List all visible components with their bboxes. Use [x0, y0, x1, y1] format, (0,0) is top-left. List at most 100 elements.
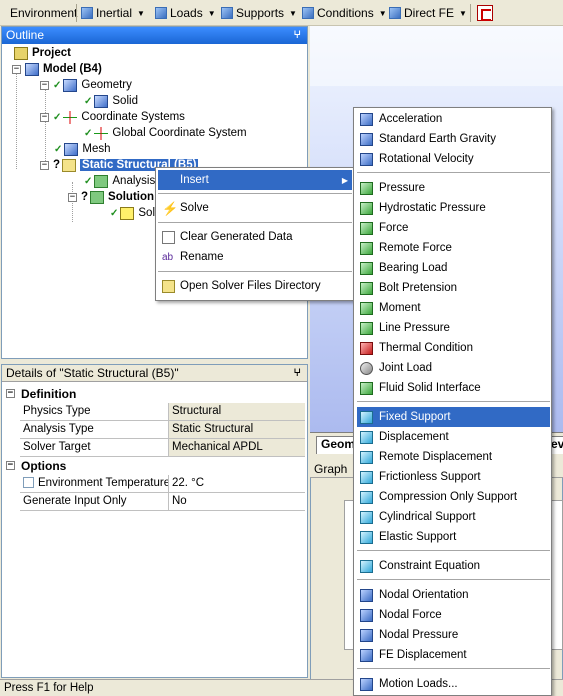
tree-node-geometry[interactable]: − ✓ Geometry — [40, 77, 132, 93]
menu-item-open-solver-files-directory[interactable]: Open Solver Files Directory — [162, 276, 321, 296]
parameter-checkbox[interactable] — [23, 477, 34, 488]
pin-icon[interactable]: ⵖ — [293, 27, 301, 44]
menu-item-elastic-support[interactable]: Elastic Support — [357, 527, 550, 547]
menu-item-hydrostatic-pressure[interactable]: Hydrostatic Pressure — [357, 198, 550, 218]
fe-displacement-icon — [360, 648, 373, 662]
collapse-toggle[interactable]: − — [40, 112, 49, 122]
mesh-icon — [64, 142, 79, 156]
nodal-orientation-icon — [360, 588, 373, 602]
collapse-toggle[interactable]: − — [6, 389, 15, 398]
inertial-menu-button[interactable]: Inertial ▼ — [81, 4, 145, 22]
tree-node-global-coordinate-system[interactable]: ✓ Global Coordinate System — [84, 125, 247, 141]
frictionless-support-icon — [360, 470, 373, 484]
tree-node-solution-information[interactable]: ✓ Sol — [110, 205, 155, 221]
menu-item-cylindrical-support[interactable]: Cylindrical Support — [357, 507, 550, 527]
menu-separator — [357, 550, 550, 551]
direct-fe-menu-button[interactable]: Direct FE ▼ — [389, 4, 467, 22]
tree-line — [16, 69, 17, 169]
menu-item-insert[interactable]: Insert ▶ — [158, 170, 352, 190]
generate-input-only-select[interactable]: No — [169, 493, 305, 510]
menu-item-remote-force[interactable]: Remote Force — [357, 238, 550, 258]
menu-item-compression-only-support[interactable]: Compression Only Support — [357, 487, 550, 507]
analysis-settings-icon — [94, 174, 109, 188]
menu-item-fluid-solid-interface[interactable]: Fluid Solid Interface — [357, 378, 550, 398]
menu-item-nodal-pressure[interactable]: Nodal Pressure — [357, 625, 550, 645]
commands-icon[interactable] — [477, 5, 493, 21]
menu-item-rotational-velocity[interactable]: Rotational Velocity — [357, 149, 550, 169]
remote-force-icon — [360, 241, 373, 255]
loads-menu-button[interactable]: Loads ▼ — [155, 4, 216, 22]
chevron-down-icon: ▼ — [137, 8, 145, 18]
menu-item-acceleration[interactable]: Acceleration — [357, 109, 550, 129]
menu-separator — [158, 222, 352, 223]
collapse-toggle[interactable]: − — [6, 461, 15, 470]
menu-item-line-pressure[interactable]: Line Pressure — [357, 318, 550, 338]
property-row-environment-temperature[interactable]: Environment Temperature 22. °C — [20, 475, 305, 493]
environment-label: Environment — [10, 6, 78, 20]
chevron-down-icon: ▼ — [207, 8, 216, 18]
menu-item-motion-loads[interactable]: Motion Loads... — [357, 674, 550, 694]
menu-item-standard-earth-gravity[interactable]: Standard Earth Gravity — [357, 129, 550, 149]
status-question-icon: ? — [53, 159, 61, 171]
pin-icon[interactable]: ⵖ — [293, 365, 301, 382]
nodal-pressure-icon — [360, 628, 373, 642]
menu-item-solve[interactable]: ⚡ Solve — [162, 198, 209, 218]
menu-item-joint-load[interactable]: Joint Load — [357, 358, 550, 378]
group-definition[interactable]: − Definition — [4, 385, 306, 402]
property-row-physics-type[interactable]: Physics Type Structural — [20, 403, 305, 421]
viewport-highlight — [310, 26, 563, 86]
menu-item-frictionless-support[interactable]: Frictionless Support — [357, 467, 550, 487]
menu-item-fixed-support[interactable]: Fixed Support — [357, 407, 550, 427]
menu-separator — [158, 193, 352, 194]
elastic-support-icon — [360, 530, 373, 544]
context-menu: Insert ▶ ⚡ Solve Clear Generated Data ab… — [155, 167, 355, 301]
property-row-generate-input-only[interactable]: Generate Input Only No — [20, 493, 305, 511]
collapse-toggle[interactable]: − — [12, 64, 21, 74]
tree-node-model[interactable]: − Model (B4) — [12, 61, 102, 77]
menu-item-bolt-pretension[interactable]: Bolt Pretension — [357, 278, 550, 298]
collapse-toggle[interactable]: − — [68, 192, 77, 202]
menu-item-pressure[interactable]: Pressure — [357, 178, 550, 198]
conditions-menu-button[interactable]: Conditions ▼ — [302, 4, 387, 22]
bearing-load-icon — [360, 261, 373, 275]
tree-node-mesh[interactable]: ✓ Mesh — [54, 141, 111, 157]
collapse-toggle[interactable]: − — [40, 160, 49, 170]
menu-item-fe-displacement[interactable]: FE Displacement — [357, 645, 550, 665]
property-row-solver-target[interactable]: Solver Target Mechanical APDL — [20, 439, 305, 457]
solid-body-icon — [94, 94, 109, 108]
line-pressure-icon — [360, 321, 373, 335]
check-icon: ✓ — [53, 79, 62, 91]
fluid-solid-interface-icon — [360, 381, 373, 395]
tree-node-solid[interactable]: ✓ Solid — [84, 93, 138, 109]
pressure-icon — [360, 181, 373, 195]
menu-item-clear-generated-data[interactable]: Clear Generated Data — [162, 227, 293, 247]
compression-only-support-icon — [360, 490, 373, 504]
tree-node-project[interactable]: Project — [14, 45, 71, 61]
outline-title-bar: Outline ⵖ — [2, 27, 307, 44]
motion-loads-icon — [360, 677, 373, 691]
menu-item-constraint-equation[interactable]: Constraint Equation — [357, 556, 550, 576]
menu-item-force[interactable]: Force — [357, 218, 550, 238]
cylindrical-support-icon — [360, 510, 373, 524]
group-options[interactable]: − Options — [4, 457, 306, 474]
direct-fe-icon — [389, 7, 401, 19]
outline-title: Outline — [6, 28, 45, 42]
tree-node-solution[interactable]: − ? Solution — [68, 189, 154, 205]
menu-item-nodal-force[interactable]: Nodal Force — [357, 605, 550, 625]
tree-node-analysis-settings[interactable]: ✓ Analysis — [84, 173, 155, 189]
menu-item-bearing-load[interactable]: Bearing Load — [357, 258, 550, 278]
supports-menu-button[interactable]: Supports ▼ — [221, 4, 297, 22]
temperature-value-field[interactable]: 22. °C — [169, 475, 305, 492]
menu-item-moment[interactable]: Moment — [357, 298, 550, 318]
coordinate-systems-icon — [63, 110, 78, 124]
menu-item-thermal-condition[interactable]: Thermal Condition — [357, 338, 550, 358]
property-row-analysis-type[interactable]: Analysis Type Static Structural — [20, 421, 305, 439]
chevron-down-icon: ▼ — [459, 8, 467, 18]
menu-item-remote-displacement[interactable]: Remote Displacement — [357, 447, 550, 467]
menu-item-nodal-orientation[interactable]: Nodal Orientation — [357, 585, 550, 605]
menu-item-rename[interactable]: ab Rename — [162, 247, 223, 267]
hydrostatic-pressure-icon — [360, 201, 373, 215]
tree-node-coordinate-systems[interactable]: − ✓ Coordinate Systems — [40, 109, 185, 125]
menu-item-displacement[interactable]: Displacement — [357, 427, 550, 447]
collapse-toggle[interactable]: − — [40, 80, 49, 90]
